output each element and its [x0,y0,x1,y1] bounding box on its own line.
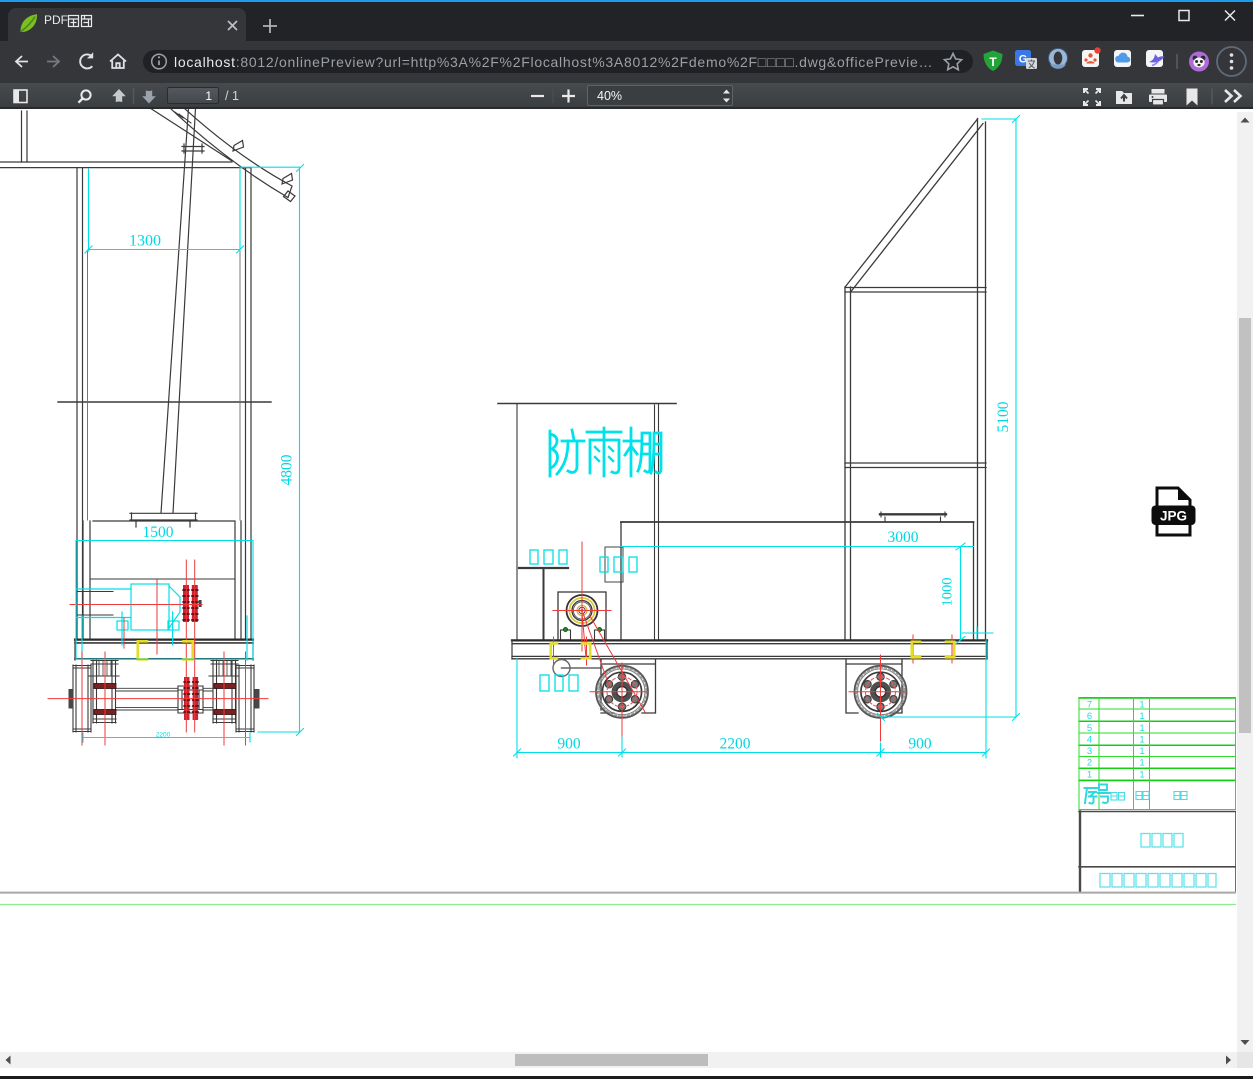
svg-text:G: G [1019,54,1028,66]
svg-text:1300: 1300 [129,233,161,250]
svg-text:1: 1 [1139,723,1144,734]
svg-text:2: 2 [1087,758,1092,769]
svg-text:JPG: JPG [1160,509,1187,524]
svg-text:3: 3 [1087,746,1092,757]
svg-text:7: 7 [1087,700,1092,711]
svg-text:1: 1 [1139,700,1144,711]
svg-text:900: 900 [557,736,581,753]
svg-text:1000: 1000 [940,578,956,607]
svg-text:4800: 4800 [279,454,296,485]
svg-text:6: 6 [1087,711,1092,722]
svg-text:900: 900 [908,736,932,753]
svg-text:4: 4 [1087,735,1092,746]
svg-text:1: 1 [1139,758,1144,769]
svg-text:1500: 1500 [143,524,174,541]
svg-text:1: 1 [1087,770,1092,781]
svg-text:3000: 3000 [888,529,919,546]
svg-text:2200: 2200 [156,732,171,739]
svg-text:1: 1 [1139,770,1144,781]
svg-text:1: 1 [1139,746,1144,757]
svg-text:5100: 5100 [995,401,1012,432]
svg-text:2200: 2200 [720,736,751,753]
svg-text:5: 5 [1087,723,1092,734]
svg-text:T: T [989,55,997,69]
svg-text:1: 1 [1139,735,1144,746]
svg-text:1: 1 [1139,711,1144,722]
